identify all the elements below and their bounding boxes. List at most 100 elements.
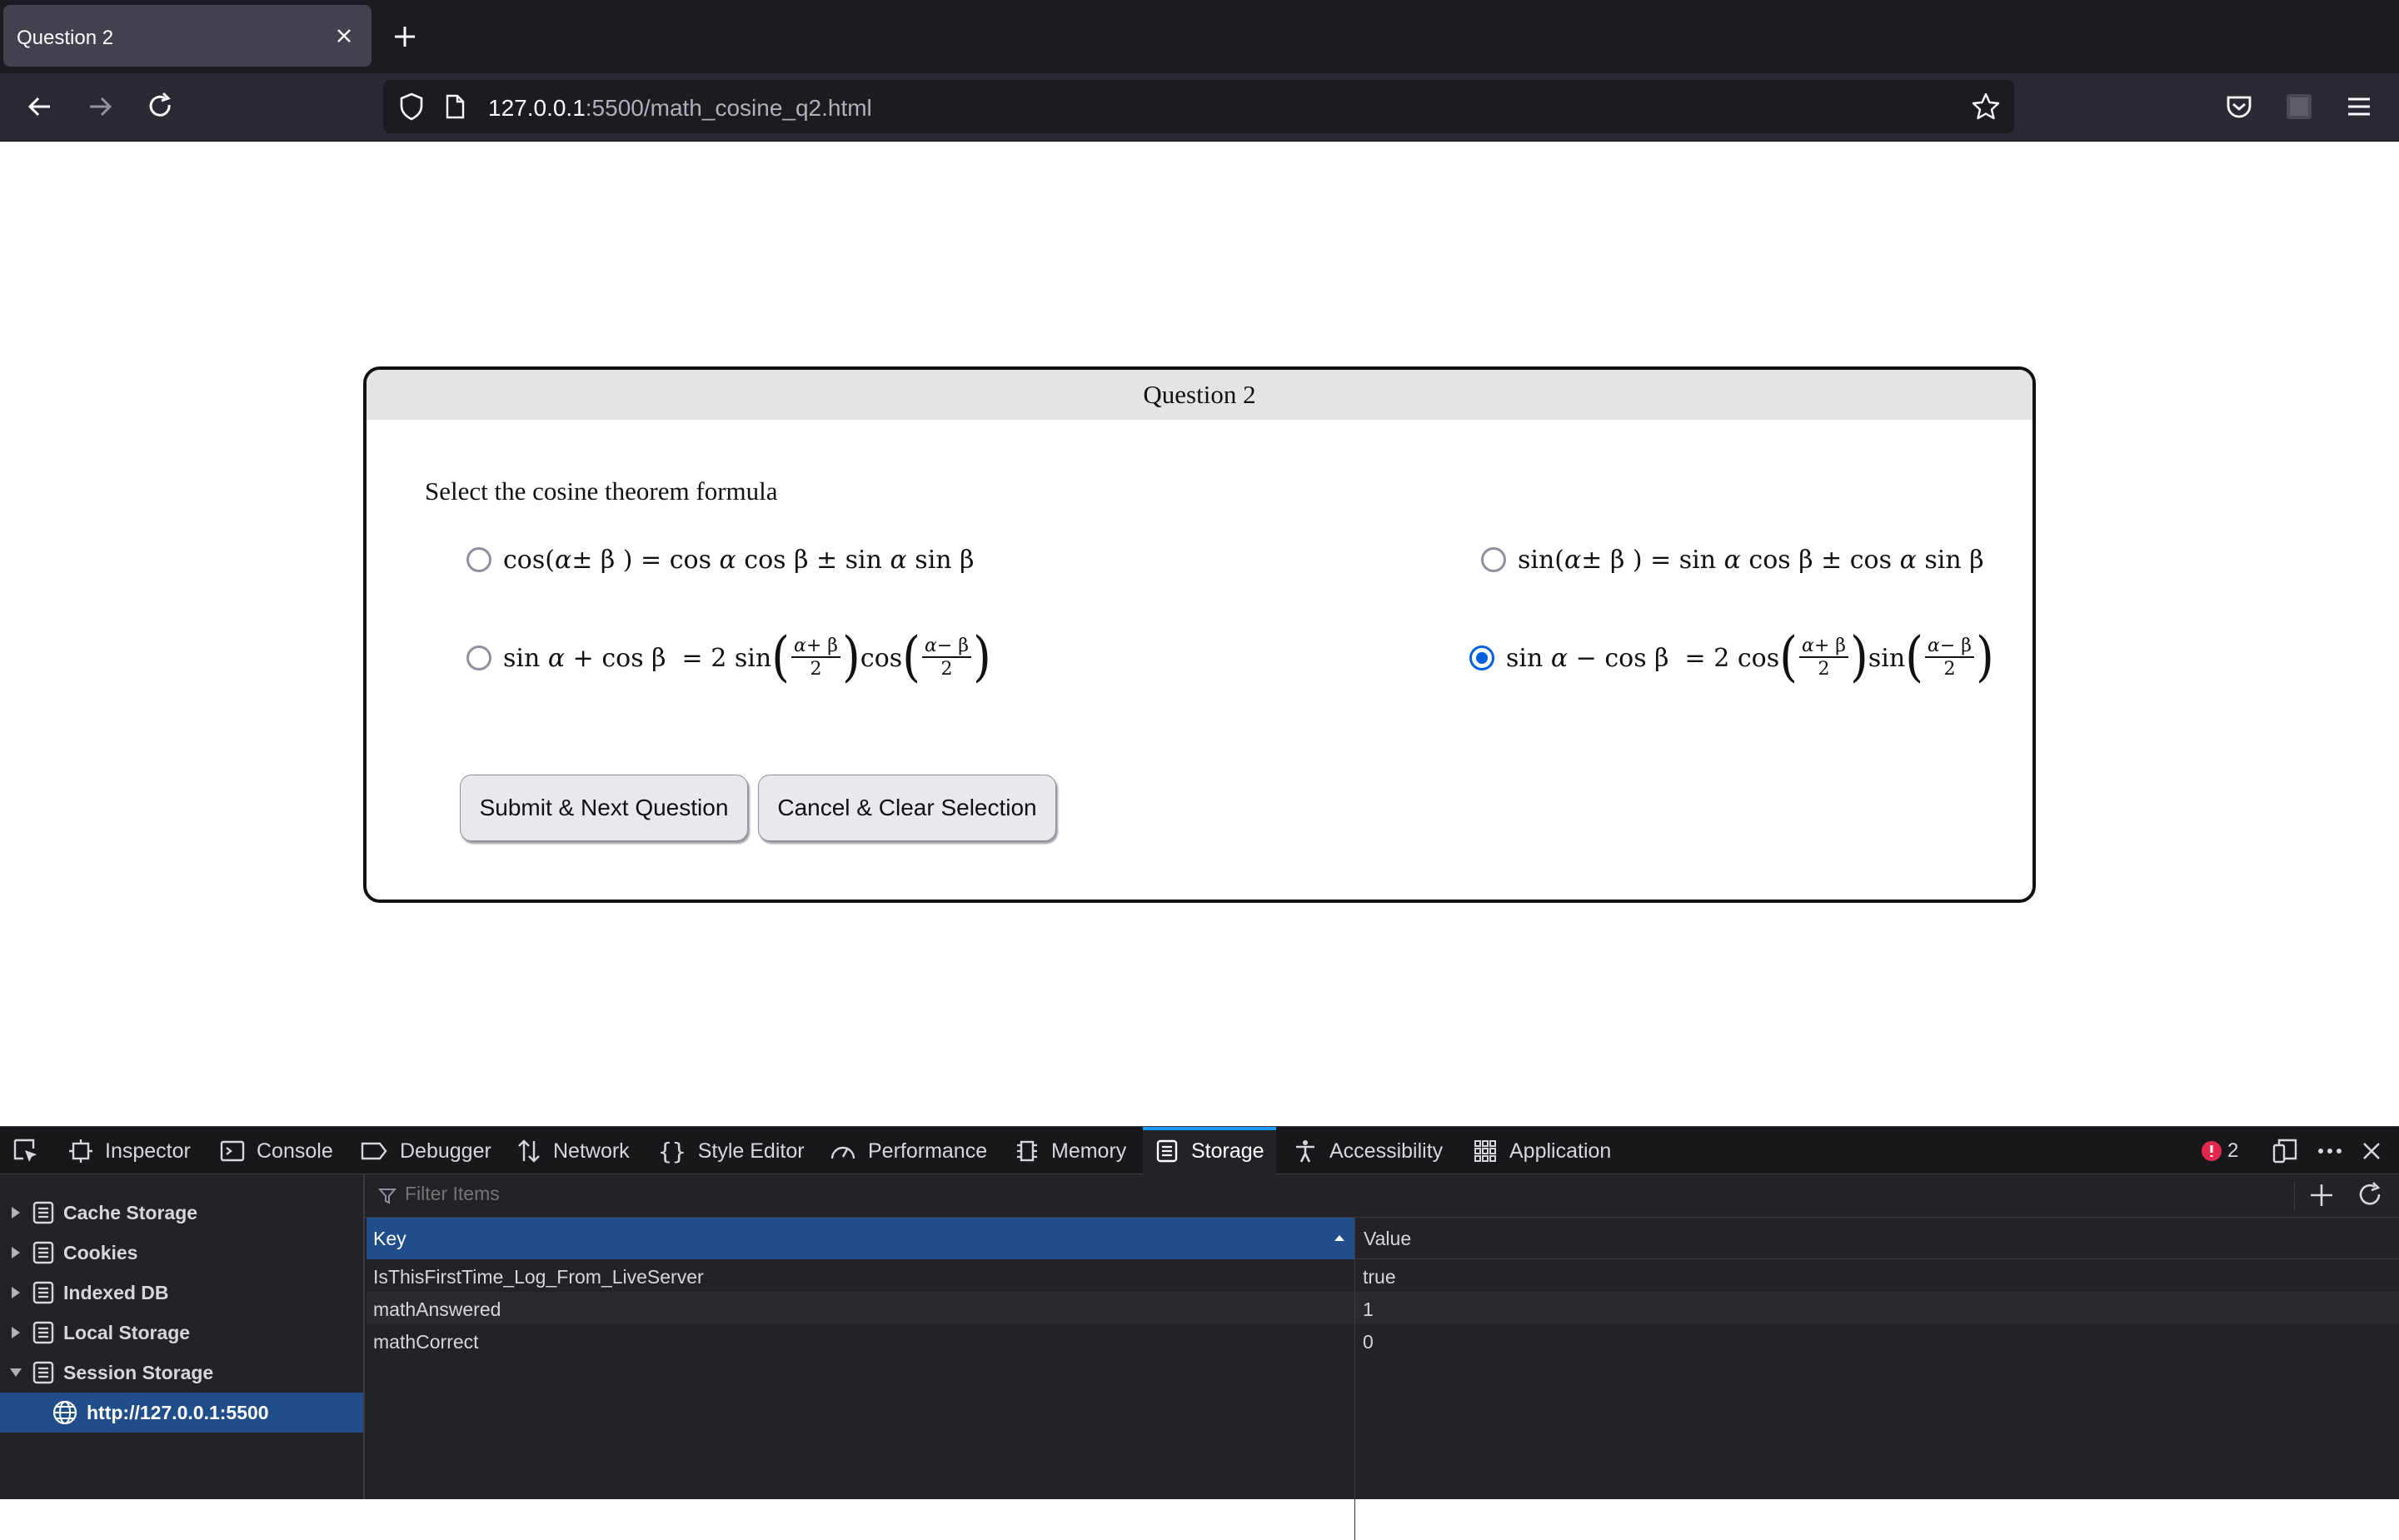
filter-bar — [365, 1174, 2399, 1218]
column-header-key[interactable]: Key — [367, 1218, 1354, 1259]
url-path: :5500/math_cosine_q2.html — [585, 95, 872, 121]
tree-label: Local Storage — [63, 1321, 191, 1343]
tab-network[interactable]: Network — [516, 1127, 630, 1175]
expand-arrow-icon[interactable] — [10, 1245, 22, 1260]
browser-tab[interactable]: Question 2 — [3, 5, 372, 67]
storage-icon — [32, 1240, 55, 1265]
tab-memory[interactable]: Memory — [1015, 1127, 1126, 1175]
radio-option-4-checked[interactable] — [1469, 645, 1494, 670]
more-options-icon[interactable] — [2316, 1127, 2344, 1175]
storage-icon — [32, 1200, 55, 1225]
close-tab-icon[interactable] — [332, 23, 357, 48]
formula-option-2: sin(α ± β ) = sin α cos β ± cos α sin β — [1518, 545, 1984, 575]
question-card: Question 2 Select the cosine theorem for… — [363, 366, 2036, 903]
tab-performance[interactable]: Performance — [830, 1127, 987, 1175]
column-divider — [1354, 1324, 1355, 1357]
tree-item-indexed-db[interactable]: Indexed DB — [0, 1273, 363, 1313]
table-row[interactable]: mathAnswered 1 — [367, 1292, 2399, 1324]
tab-application-label: Application — [1509, 1139, 1612, 1163]
tree-label: Cookies — [63, 1241, 138, 1263]
row-value: 1 — [1363, 1298, 1374, 1320]
devtools-toolbar: Inspector Console Debugger Network {} St… — [0, 1126, 2399, 1175]
expand-arrow-icon[interactable] — [10, 1205, 22, 1220]
tree-item-cookies[interactable]: Cookies — [0, 1233, 363, 1273]
tab-style-editor[interactable]: {} Style Editor — [658, 1127, 805, 1175]
option-sin-minus-cos[interactable]: sin α − cos β = 2 cos(α+ β 2) sin(α− β 2) — [1469, 626, 1994, 689]
tab-strip: Question 2 — [0, 0, 2399, 73]
row-key: IsThisFirstTime_Log_From_LiveServer — [373, 1266, 704, 1288]
close-devtools-icon[interactable] — [2359, 1127, 2384, 1175]
storage-icon — [32, 1280, 55, 1305]
forward-icon[interactable] — [83, 90, 117, 123]
cancel-clear-button[interactable]: Cancel & Clear Selection — [758, 775, 1056, 841]
globe-icon — [52, 1399, 78, 1426]
url-text: 127.0.0.1:5500/math_cosine_q2.html — [488, 95, 872, 122]
refresh-items-icon[interactable] — [2356, 1181, 2384, 1209]
navigation-toolbar: 127.0.0.1:5500/math_cosine_q2.html — [0, 73, 2399, 142]
reload-icon[interactable] — [143, 90, 177, 123]
submit-next-button[interactable]: Submit & Next Question — [460, 775, 748, 841]
table-row[interactable]: mathCorrect 0 — [367, 1324, 2399, 1357]
bookmark-star-icon[interactable] — [1971, 92, 2001, 122]
tab-accessibility[interactable]: Accessibility — [1293, 1127, 1443, 1175]
tab-storage[interactable]: Storage — [1143, 1127, 1276, 1175]
radio-option-2[interactable] — [1481, 547, 1506, 572]
expand-arrow-icon[interactable] — [10, 1285, 22, 1300]
filter-items-input[interactable] — [405, 1183, 2071, 1205]
menu-icon[interactable] — [2342, 90, 2376, 123]
tree-label: Session Storage — [63, 1361, 214, 1383]
toolbar-divider — [2294, 1181, 2295, 1211]
tab-inspector[interactable]: Inspector — [68, 1127, 191, 1175]
row-value: true — [1363, 1266, 1396, 1288]
storage-icon — [32, 1320, 55, 1345]
responsive-design-icon[interactable] — [2271, 1127, 2299, 1175]
table-row[interactable]: IsThisFirstTime_Log_From_LiveServer true — [367, 1259, 2399, 1292]
devtools-panel: Inspector Console Debugger Network {} St… — [0, 1126, 2399, 1540]
tab-debugger-label: Debugger — [400, 1139, 491, 1163]
tab-inspector-label: Inspector — [105, 1139, 191, 1163]
braces-icon: {} — [658, 1137, 686, 1165]
error-count-badge[interactable]: 2 — [2201, 1127, 2238, 1175]
row-key: mathCorrect — [373, 1331, 479, 1353]
question-prompt: Select the cosine theorem formula — [425, 476, 778, 506]
tree-item-origin[interactable]: http://127.0.0.1:5500 — [0, 1393, 363, 1433]
error-count: 2 — [2227, 1139, 2239, 1162]
tree-label: Indexed DB — [63, 1281, 169, 1303]
table-header: Key Value — [367, 1218, 2399, 1259]
tab-storage-label: Storage — [1191, 1139, 1264, 1163]
page-icon[interactable] — [441, 93, 468, 120]
pocket-icon[interactable] — [2222, 90, 2256, 123]
column-divider — [1354, 1357, 1355, 1540]
new-tab-icon[interactable] — [390, 22, 420, 52]
filter-icon — [378, 1187, 397, 1205]
tab-debugger[interactable]: Debugger — [360, 1127, 491, 1175]
column-key-label: Key — [373, 1228, 406, 1249]
shield-icon[interactable] — [397, 92, 426, 122]
element-picker-icon[interactable] — [12, 1127, 52, 1175]
back-icon[interactable] — [23, 90, 57, 123]
row-value: 0 — [1363, 1331, 1374, 1353]
tree-item-cache-storage[interactable]: Cache Storage — [0, 1193, 363, 1233]
radio-option-1[interactable] — [466, 547, 491, 572]
collapse-arrow-icon[interactable] — [8, 1367, 23, 1378]
option-sin-sum[interactable]: sin(α ± β ) = sin α cos β ± cos α sin β — [1481, 535, 1984, 585]
storage-icon — [32, 1360, 55, 1385]
radio-option-3[interactable] — [466, 645, 491, 670]
storage-tree: Cache Storage Cookies Indexed DB Local S… — [0, 1174, 365, 1499]
tree-item-local-storage[interactable]: Local Storage — [0, 1313, 363, 1353]
tab-style-editor-label: Style Editor — [697, 1139, 805, 1163]
tab-accessibility-label: Accessibility — [1329, 1139, 1444, 1163]
tab-console[interactable]: Console — [220, 1127, 333, 1175]
tree-label: Cache Storage — [63, 1201, 198, 1224]
formula-option-1: cos(α ± β ) = cos α cos β ± sin α sin β — [503, 545, 975, 575]
option-sin-plus-cos[interactable]: sin α + cos β = 2 sin(α+ β 2) cos(α− β 2) — [466, 630, 991, 685]
extension-icon[interactable] — [2282, 90, 2316, 123]
option-cos-sum[interactable]: cos(α ± β ) = cos α cos β ± sin α sin β — [466, 535, 975, 585]
tree-item-session-storage[interactable]: Session Storage — [0, 1353, 363, 1393]
add-item-icon[interactable] — [2307, 1181, 2336, 1209]
address-bar[interactable]: 127.0.0.1:5500/math_cosine_q2.html — [383, 80, 2014, 133]
expand-arrow-icon[interactable] — [10, 1325, 22, 1340]
formula-option-4: sin α − cos β = 2 cos(α+ β 2) sin(α− β 2) — [1506, 626, 1994, 689]
tab-application[interactable]: Application — [1473, 1127, 1611, 1175]
column-header-value[interactable]: Value — [1354, 1218, 1411, 1259]
